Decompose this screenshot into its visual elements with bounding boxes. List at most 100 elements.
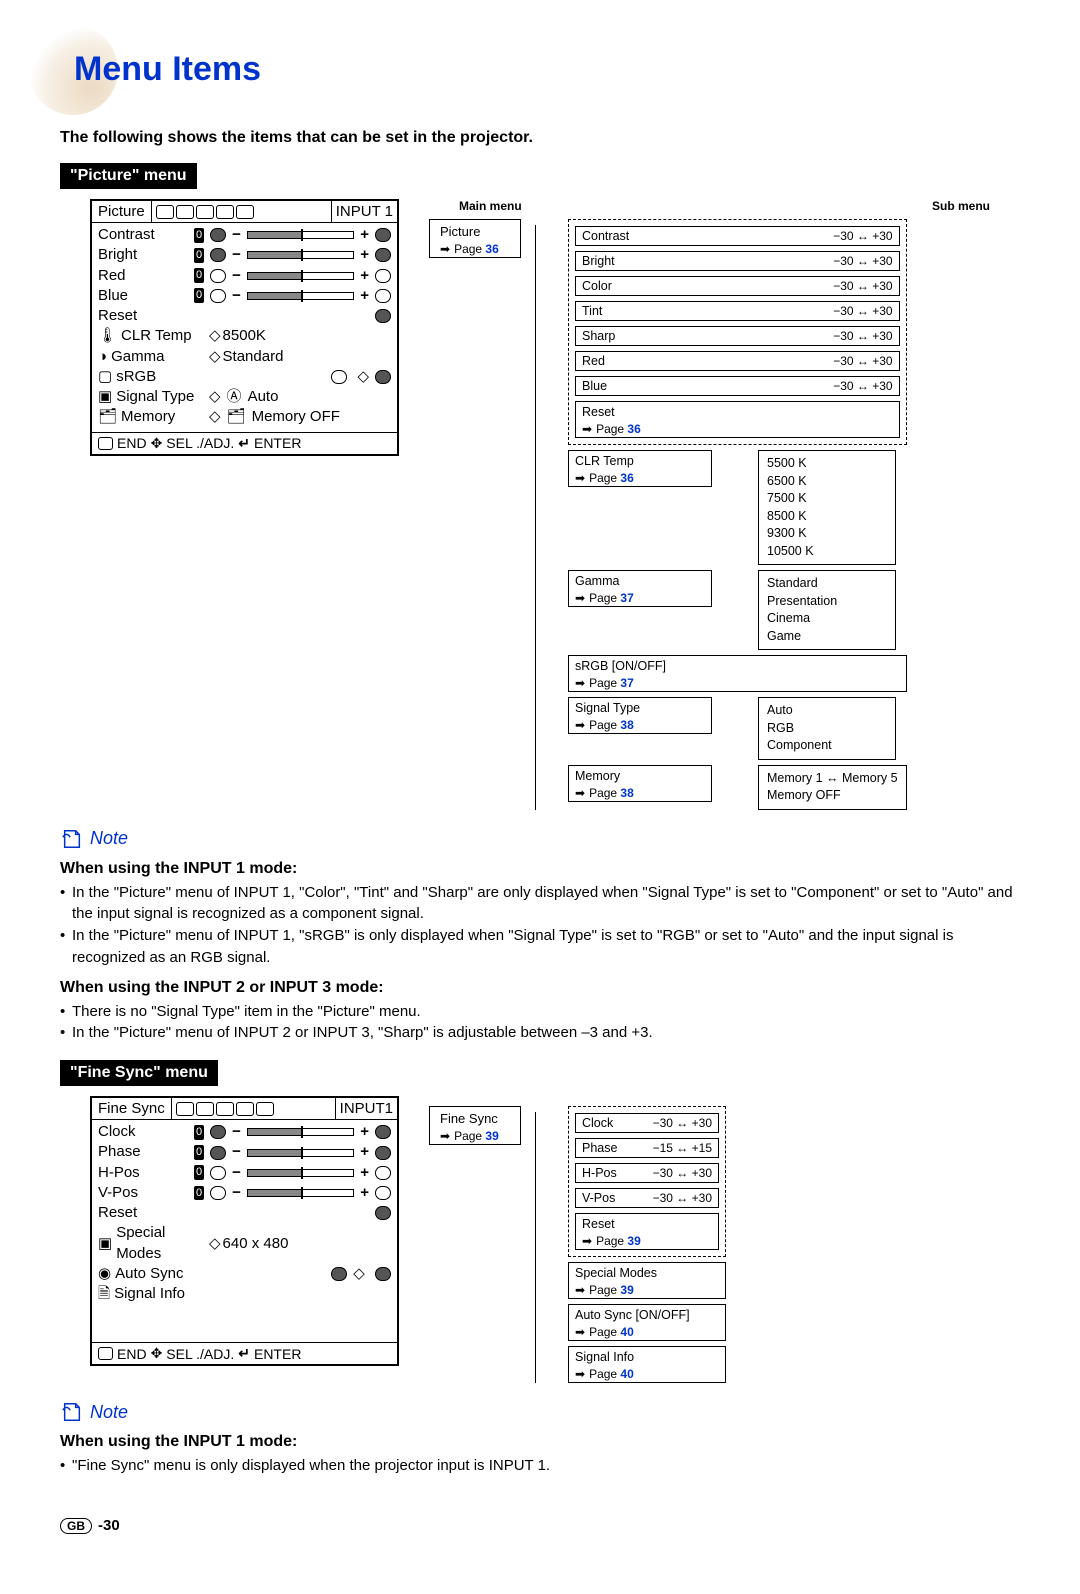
page-link[interactable]: 40 [620, 1325, 633, 1339]
page-link[interactable]: 40 [620, 1367, 633, 1381]
page-footer: GB -30 [60, 1517, 1020, 1534]
row-red: Red [98, 266, 188, 286]
enter-icon [238, 1345, 250, 1362]
plus-icon [375, 1186, 391, 1200]
row-srgb: sRGB [116, 367, 156, 387]
minus-icon [210, 1166, 226, 1180]
toggle-icon [331, 370, 347, 384]
tree-sharp: Sharp−30 ↔ +30 [575, 326, 900, 346]
special-icon: ▣ [98, 1234, 112, 1254]
note-bullet: In the "Picture" menu of INPUT 1, "sRGB"… [60, 925, 1020, 969]
tree-blue: Blue−30 ↔ +30 [575, 376, 900, 396]
tab-icon [236, 1102, 254, 1116]
autosync-icon: ◉ [98, 1264, 111, 1284]
signal-options: Auto RGB Component [758, 697, 896, 760]
row-bright: Bright [98, 245, 188, 265]
tree-phase: Phase−15 ↔ +15 [575, 1138, 719, 1158]
row-clrtemp: CLR Temp [121, 326, 192, 346]
clrtemp-options: 5500 K 6500 K 7500 K 8500 K 9300 K 10500… [758, 450, 896, 565]
tree-main-finesync: Fine Sync Page 39 [429, 1106, 521, 1145]
reset-icon [375, 1206, 391, 1220]
sub-menu-label: Sub menu [932, 199, 990, 213]
osd-title: Picture [92, 201, 152, 222]
minus-icon [210, 228, 226, 242]
note-bullet: There is no "Signal Type" item in the "P… [60, 1001, 1020, 1023]
page-link[interactable]: 38 [620, 786, 633, 800]
plus-icon [375, 1125, 391, 1139]
note-label: Note [60, 828, 1020, 850]
toggle-icon [375, 370, 391, 384]
adjust-group: Clock−30 ↔ +30 Phase−15 ↔ +15 H-Pos−30 ↔… [568, 1106, 726, 1257]
tree-clrtemp: CLR Temp Page 36 [568, 450, 712, 487]
tab-icon [176, 1102, 194, 1116]
tree-special: Special Modes Page 39 [568, 1262, 726, 1299]
finesync-tree: Fine Sync Page 39 Clock−30 ↔ +30 Phase−1… [429, 1106, 1020, 1383]
note-bullet: In the "Picture" menu of INPUT 1, "Color… [60, 882, 1020, 926]
tab-icon [216, 1102, 234, 1116]
plus-icon [375, 1166, 391, 1180]
toggle-icon [375, 1267, 391, 1281]
note-heading-input1: When using the INPUT 1 mode: [60, 860, 1020, 878]
page-link[interactable]: 36 [627, 422, 640, 436]
plus-icon [375, 269, 391, 283]
row-reset: Reset [98, 306, 188, 326]
page-title: Menu Items [74, 50, 1020, 89]
main-menu-label: Main menu [459, 199, 522, 213]
dpad-icon [151, 1345, 163, 1362]
memory-icon: 🗂 [98, 407, 117, 427]
tree-memory: Memory Page 38 [568, 765, 712, 802]
minus-icon [210, 1186, 226, 1200]
finesync-osd: Fine Sync INPUT1 Clock0−+ Phase0−+ H-Pos… [90, 1096, 399, 1366]
note-icon [60, 828, 84, 850]
tree-red: Red−30 ↔ +30 [575, 351, 900, 371]
osd-input: INPUT1 [335, 1098, 397, 1119]
tree-reset: Reset Page 36 [575, 401, 900, 438]
tree-signaltype: Signal Type Page 38 [568, 697, 712, 734]
tree-srgb: sRGB [ON/OFF] Page 37 [568, 655, 907, 692]
tab-icon [256, 1102, 274, 1116]
tab-icon [196, 1102, 214, 1116]
dpad-icon [151, 435, 163, 452]
end-icon [98, 437, 113, 450]
page-link[interactable]: 37 [620, 676, 633, 690]
note-heading-input1: When using the INPUT 1 mode: [60, 1433, 1020, 1451]
page-link[interactable]: 36 [620, 471, 633, 485]
picture-osd: Picture INPUT 1 Contrast0−+ Bright0−+ Re… [90, 199, 399, 456]
page-link[interactable]: 39 [627, 1234, 640, 1248]
minus-icon [210, 248, 226, 262]
page-number: -30 [98, 1517, 120, 1534]
tree-reset: Reset Page 39 [575, 1213, 719, 1250]
row-vpos: V-Pos [98, 1183, 188, 1203]
minus-icon [210, 1125, 226, 1139]
toggle-icon [331, 1267, 347, 1281]
note-heading-input23: When using the INPUT 2 or INPUT 3 mode: [60, 979, 1020, 997]
srgb-icon: ▢ [98, 367, 112, 387]
tree-autosync: Auto Sync [ON/OFF] Page 40 [568, 1304, 726, 1341]
page-link[interactable]: 39 [485, 1129, 498, 1143]
tab-icon [176, 205, 194, 219]
page-link[interactable]: 38 [620, 718, 633, 732]
adjust-group: Contrast−30 ↔ +30 Bright−30 ↔ +30 Color−… [568, 219, 907, 445]
tree-bright: Bright−30 ↔ +30 [575, 251, 900, 271]
page-link[interactable]: 36 [485, 242, 498, 256]
end-icon [98, 1347, 113, 1360]
memory-options: Memory 1 ↔ Memory 5 Memory OFF [758, 765, 907, 810]
page-link[interactable]: 37 [620, 591, 633, 605]
row-reset: Reset [98, 1203, 188, 1223]
tree-clock: Clock−30 ↔ +30 [575, 1113, 719, 1133]
thermometer-icon: 🌡 [98, 326, 117, 346]
tree-hpos: H-Pos−30 ↔ +30 [575, 1163, 719, 1183]
note-bullet: In the "Picture" menu of INPUT 2 or INPU… [60, 1022, 1020, 1044]
row-hpos: H-Pos [98, 1163, 188, 1183]
row-special: Special Modes [116, 1223, 203, 1264]
gamma-icon: ◑ [98, 347, 107, 367]
page-link[interactable]: 39 [620, 1283, 633, 1297]
note-label: Note [60, 1401, 1020, 1423]
tree-contrast: Contrast−30 ↔ +30 [575, 226, 900, 246]
memory-off-icon: 🗂 [227, 407, 246, 427]
row-siginfo: Signal Info [114, 1284, 185, 1304]
row-contrast: Contrast [98, 225, 188, 245]
intro-text: The following shows the items that can b… [60, 129, 1020, 147]
minus-icon [210, 269, 226, 283]
region-badge: GB [60, 1518, 92, 1534]
